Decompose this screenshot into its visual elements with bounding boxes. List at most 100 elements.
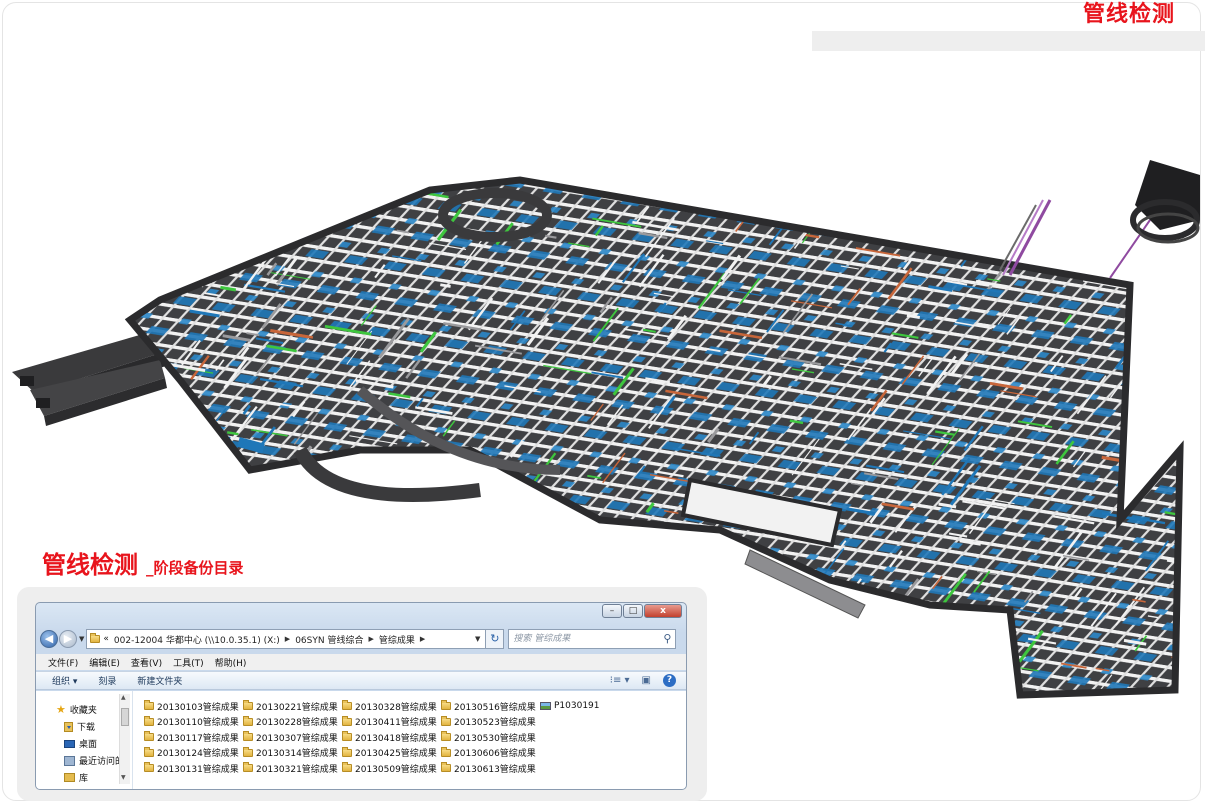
- pipe-segment: [676, 544, 709, 551]
- file-item[interactable]: 20130124管综成果: [144, 746, 239, 759]
- address-bar[interactable]: « 002-12004 华都中心 (\\10.0.35.1) (X:) ▶ 06…: [86, 629, 487, 649]
- pipe-segment: [205, 214, 218, 230]
- nav-item-favorites[interactable]: ★ 收藏夹: [56, 703, 97, 716]
- back-button[interactable]: ◀: [40, 630, 58, 648]
- file-item[interactable]: 20130307管综成果: [243, 731, 338, 744]
- pipe-segment: [768, 648, 818, 659]
- file-item[interactable]: 20130411管综成果: [342, 715, 437, 729]
- pipe-segment: [138, 464, 164, 471]
- breadcrumb-drive[interactable]: 002-12004 华都中心 (\\10.0.35.1) (X:): [114, 633, 280, 646]
- breadcrumb-separator-icon[interactable]: ▶: [420, 635, 425, 643]
- pipe-segment: [214, 211, 242, 247]
- pipe-segment: [230, 504, 280, 514]
- nav-item-desktop[interactable]: 桌面: [64, 737, 97, 750]
- file-item[interactable]: 20130425管综成果: [342, 746, 437, 759]
- folder-icon: [243, 700, 253, 710]
- folder-icon: [144, 715, 154, 726]
- breadcrumb-results[interactable]: 管综成果: [379, 633, 415, 646]
- refresh-icon[interactable]: ↻: [486, 629, 505, 649]
- pipe-segment: [366, 465, 413, 475]
- search-input[interactable]: 搜索 管综成果 ⚲: [508, 629, 677, 649]
- file-item[interactable]: 20130321管综成果: [243, 762, 338, 775]
- organize-button[interactable]: 组织 ▾: [52, 674, 77, 687]
- nav-item-downloads[interactable]: 下载: [64, 720, 95, 733]
- scroll-up-icon[interactable]: ▲: [121, 694, 126, 701]
- menu-file[interactable]: 文件(F): [48, 656, 78, 669]
- file-item[interactable]: 20130221管综成果: [243, 700, 338, 713]
- menu-tools[interactable]: 工具(T): [173, 656, 204, 669]
- file-item[interactable]: 20130509管综成果: [342, 762, 437, 775]
- file-item[interactable]: 20130228管综成果: [243, 715, 338, 728]
- pipe-segment: [534, 527, 553, 533]
- minimize-button[interactable]: –: [602, 604, 622, 618]
- scroll-down-icon[interactable]: ▼: [121, 774, 126, 781]
- pipe-segment: [169, 197, 219, 208]
- file-item[interactable]: 20130606管综成果: [441, 746, 536, 760]
- file-item[interactable]: 20130117管综成果: [144, 731, 239, 744]
- recent-places-icon: [64, 755, 75, 766]
- breadcrumb-separator-icon[interactable]: ▶: [285, 635, 290, 643]
- pipe-segment: [1143, 270, 1154, 283]
- folder-icon: [441, 762, 451, 773]
- pipe-segment: [550, 550, 568, 573]
- desktop-icon: [64, 739, 75, 748]
- nav-item-label: 桌面: [79, 740, 98, 750]
- pipe-segment: [229, 479, 253, 486]
- pipe-segment: [629, 548, 651, 555]
- pipe-segment: [941, 211, 950, 221]
- file-item[interactable]: 20130523管综成果: [441, 715, 536, 728]
- breadcrumb-overflow[interactable]: «: [103, 634, 109, 644]
- forward-button[interactable]: ▶: [59, 630, 77, 648]
- navigation-pane: ★ 收藏夹 下载 桌面 最近访问的 库 ▲ ▼: [36, 691, 133, 789]
- folder-icon: [243, 762, 253, 773]
- menu-edit[interactable]: 编辑(E): [89, 656, 120, 669]
- nav-item-libraries[interactable]: 库: [64, 771, 88, 784]
- view-options-icon[interactable]: ⁝≡ ▾: [610, 675, 630, 686]
- file-item-label: 20130516管综成果: [454, 702, 536, 713]
- breadcrumb-separator-icon[interactable]: ▶: [368, 635, 373, 643]
- pipe-segment: [157, 408, 180, 416]
- menu-view[interactable]: 查看(V): [131, 656, 162, 669]
- file-item[interactable]: 20130613管综成果: [441, 762, 536, 775]
- command-bar-right: ⁝≡ ▾ ▣ ?: [610, 674, 676, 687]
- search-icon[interactable]: ⚲: [663, 630, 671, 648]
- file-item[interactable]: 20130103管综成果: [144, 700, 239, 713]
- help-icon[interactable]: ?: [663, 674, 676, 687]
- file-item-label: 20130411管综成果: [355, 718, 437, 729]
- file-item[interactable]: P1030191: [540, 700, 600, 712]
- pipe-segment: [797, 668, 826, 695]
- address-dropdown-icon[interactable]: ▼: [475, 635, 480, 643]
- file-item[interactable]: 20130328管综成果: [342, 700, 437, 713]
- nav-item-recent-places[interactable]: 最近访问的: [64, 754, 124, 767]
- file-item[interactable]: 20130418管综成果: [342, 731, 437, 744]
- file-item[interactable]: 20130110管综成果: [144, 715, 239, 728]
- pipe-segment: [853, 652, 878, 660]
- pipe-segment: [401, 180, 414, 195]
- preview-pane-icon[interactable]: ▣: [642, 675, 651, 686]
- maximize-button[interactable]: □: [623, 604, 643, 618]
- pipe-segment: [147, 580, 175, 587]
- pipe-segment: [261, 562, 278, 584]
- pipe-segment: [195, 452, 233, 462]
- file-item-label: 20130606管综成果: [454, 749, 536, 760]
- file-item[interactable]: 20130516管综成果: [441, 700, 536, 713]
- file-item[interactable]: 20130131管综成果: [144, 762, 239, 775]
- recent-pages-dropdown-icon[interactable]: ▼: [79, 635, 84, 643]
- scrollbar-thumb[interactable]: [121, 708, 129, 726]
- file-item[interactable]: 20130530管综成果: [441, 731, 536, 744]
- pipe-segment: [608, 545, 635, 581]
- burn-button[interactable]: 刻录: [98, 674, 116, 687]
- pipe-segment: [360, 548, 383, 578]
- nav-item-label: 收藏夹: [69, 706, 97, 716]
- menu-help[interactable]: 帮助(H): [215, 656, 247, 669]
- file-item-label: 20130117管综成果: [157, 733, 239, 744]
- pipe-segment: [1112, 180, 1129, 200]
- folder-icon: [144, 731, 154, 742]
- address-row: ◀ ▶ ▼ « 002-12004 华都中心 (\\10.0.35.1) (X:…: [40, 627, 682, 651]
- folder-icon: [90, 633, 101, 643]
- file-item[interactable]: 20130314管综成果: [243, 746, 338, 759]
- close-button[interactable]: x: [644, 604, 682, 618]
- nav-pane-scrollbar[interactable]: ▲ ▼: [119, 694, 130, 784]
- breadcrumb-synthesis[interactable]: 06SYN 管线综合: [295, 633, 363, 646]
- new-folder-button[interactable]: 新建文件夹: [137, 674, 182, 687]
